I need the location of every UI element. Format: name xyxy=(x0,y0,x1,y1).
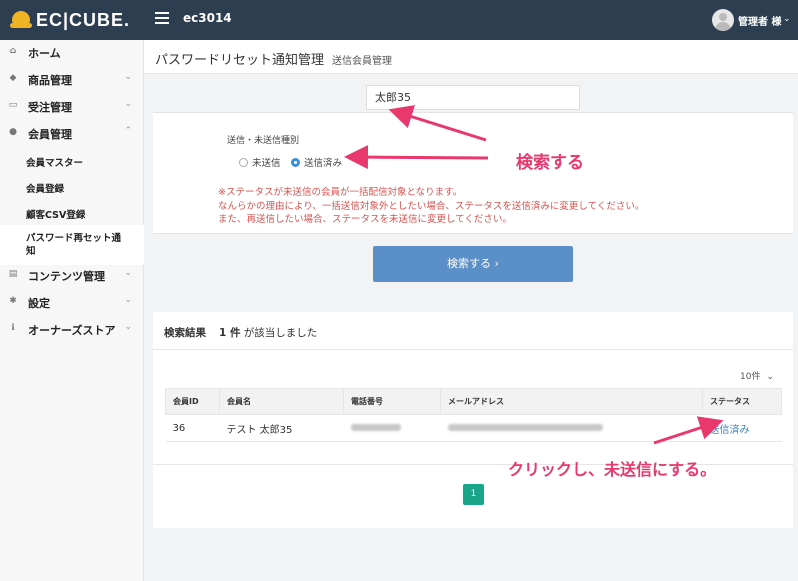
search-input[interactable]: 太郎35 xyxy=(366,85,580,110)
top-header: EC|CUBE. ec3014 管理者 様 ⌄ xyxy=(0,0,798,40)
col-email[interactable]: メールアドレス xyxy=(440,388,703,415)
radio-off-icon xyxy=(239,158,248,167)
pagination-page-1[interactable]: 1 xyxy=(463,484,484,505)
tag-icon: ◆ xyxy=(9,73,17,83)
user-name[interactable]: 管理者 様 xyxy=(738,13,781,28)
radio-on-icon xyxy=(291,158,300,167)
filter-label: 送信・未送信種別 xyxy=(227,136,300,146)
radio-unsent[interactable]: 未送信 xyxy=(239,155,281,169)
sidebar-item-members[interactable]: ● 会員管理 ⌃ xyxy=(0,120,144,147)
sidebar-item-settings[interactable]: ✱ 設定 ⌄ xyxy=(0,289,144,316)
chevron-down-icon: ⌄ xyxy=(124,72,132,82)
annotation-search: 検索する xyxy=(516,153,584,173)
sidebar-item-label: ホーム xyxy=(28,47,61,60)
gear-icon: ✱ xyxy=(9,296,17,306)
cell-member-id: 36 xyxy=(165,414,220,442)
col-member-id[interactable]: 会員ID xyxy=(165,388,220,415)
chevron-down-icon: ⌄ xyxy=(124,295,132,305)
chevron-down-icon: ⌄ xyxy=(766,372,774,382)
page-title-bar: パスワードリセット通知管理 送信会員管理 xyxy=(144,40,798,74)
sidebar-item-label: 設定 xyxy=(28,297,50,310)
sidebar-item-owners-store[interactable]: ℹ オーナーズストア ⌄ xyxy=(0,316,144,343)
table-row: 36 テスト 太郎35 送信済み xyxy=(165,414,782,442)
search-button[interactable]: 検索する › xyxy=(373,246,573,282)
sidebar-subitem-password-reset[interactable]: パスワード再セット通知 xyxy=(0,225,144,265)
chevron-up-icon: ⌃ xyxy=(124,126,132,136)
cell-email xyxy=(440,414,703,442)
sidebar-item-products[interactable]: ◆ 商品管理 ⌄ xyxy=(0,66,144,93)
sidebar-subitem-member-register[interactable]: 会員登録 xyxy=(0,173,144,199)
user-avatar-icon[interactable] xyxy=(712,9,734,31)
users-icon: ● xyxy=(9,127,17,137)
shop-name[interactable]: ec3014 xyxy=(183,11,232,25)
radio-sent[interactable]: 送信済み xyxy=(291,155,342,169)
sidebar-subitem-customer-csv[interactable]: 顧客CSV登録 xyxy=(0,199,144,225)
results-header: 検索結果 1 件 が該当しました xyxy=(153,312,793,350)
home-icon: ⌂ xyxy=(9,46,17,56)
logo-text: EC|CUBE. xyxy=(36,9,131,30)
menu-toggle-icon[interactable] xyxy=(155,12,169,24)
status-note-2: なんらかの理由により、一括送信対象外としたい場合、ステータスを送信済みに変更して… xyxy=(218,201,645,212)
results-label: 検索結果 xyxy=(164,327,206,339)
logo-hat-icon xyxy=(10,11,32,29)
annotation-click: クリックし、未送信にする。 xyxy=(508,460,717,479)
status-link[interactable]: 送信済み xyxy=(702,414,782,442)
eccube-logo[interactable]: EC|CUBE. xyxy=(10,9,130,31)
sidebar-item-label: 商品管理 xyxy=(28,74,72,87)
status-note-3: また、再送信したい場合、ステータスを未送信に変更してください。 xyxy=(218,214,512,225)
cart-icon: ▭ xyxy=(8,100,18,110)
chevron-down-icon: ⌄ xyxy=(124,268,132,278)
per-page-select[interactable]: 10件 ⌄ xyxy=(740,369,774,382)
file-icon: ▤ xyxy=(8,269,18,279)
sidebar-item-label: 会員管理 xyxy=(28,128,72,141)
status-note-1: ※ステータスが未送信の会員が一括配信対象となります。 xyxy=(218,187,463,198)
sidebar-subitem-member-master[interactable]: 会員マスター xyxy=(0,147,144,173)
sidebar-item-orders[interactable]: ▭ 受注管理 ⌄ xyxy=(0,93,144,120)
col-member-name[interactable]: 会員名 xyxy=(219,388,344,415)
sidebar-item-label: 受注管理 xyxy=(28,101,72,114)
col-status[interactable]: ステータス xyxy=(702,388,782,415)
chevron-down-icon: ⌄ xyxy=(124,99,132,109)
sidebar-item-label: コンテンツ管理 xyxy=(28,270,105,283)
info-icon: ℹ xyxy=(11,323,15,333)
col-phone[interactable]: 電話番号 xyxy=(343,388,441,415)
sidebar-item-home[interactable]: ⌂ ホーム xyxy=(0,39,144,66)
page-title: パスワードリセット通知管理 xyxy=(155,53,325,68)
sidebar-item-label: オーナーズストア xyxy=(28,324,116,337)
cell-phone xyxy=(343,414,441,442)
sidebar-item-contents[interactable]: ▤ コンテンツ管理 ⌄ xyxy=(0,262,144,289)
results-count: 1 件 が該当しました xyxy=(219,327,318,339)
chevron-down-icon[interactable]: ⌄ xyxy=(783,14,791,24)
results-table: 会員ID 会員名 電話番号 メールアドレス ステータス 36 テスト 太郎35 … xyxy=(165,388,782,442)
chevron-down-icon: ⌄ xyxy=(124,322,132,332)
cell-member-name: テスト 太郎35 xyxy=(219,414,344,442)
page-subtitle: 送信会員管理 xyxy=(332,56,392,67)
